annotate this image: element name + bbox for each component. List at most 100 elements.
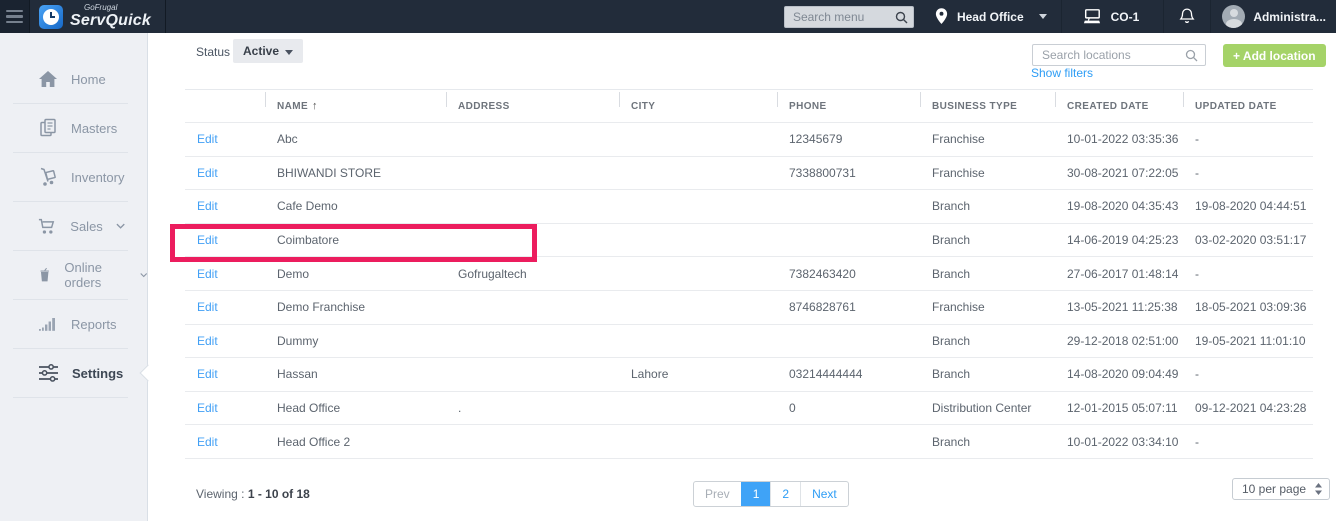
pagination-page-1[interactable]: 1 [740, 482, 771, 506]
locations-table-body: Edit Abc 12345679 Franchise 10-01-2022 0… [185, 122, 1313, 459]
cell-name: Demo Franchise [265, 290, 446, 325]
cell-updated-date: 03-02-2020 03:51:17 [1183, 223, 1313, 258]
cell-phone [777, 424, 920, 459]
sidebar-item-inventory[interactable]: Inventory [0, 153, 147, 201]
column-header-city[interactable]: CITY [619, 90, 777, 123]
sidebar-item-sales[interactable]: Sales [0, 202, 147, 250]
sidebar-divider [13, 397, 128, 398]
column-header-business-type[interactable]: BUSINESS TYPE [920, 90, 1055, 123]
cell-name: Abc [265, 122, 446, 157]
cell-business-type: Branch [920, 324, 1055, 359]
cell-city [619, 223, 777, 258]
per-page-select[interactable]: 10 per page [1232, 478, 1331, 500]
edit-link[interactable]: Edit [197, 233, 218, 247]
cell-business-type: Branch [920, 256, 1055, 291]
sort-ascending-icon: ↑ [312, 100, 318, 112]
sidebar-item-masters[interactable]: Masters [0, 104, 147, 152]
pagination-next[interactable]: Next [800, 482, 848, 506]
edit-link[interactable]: Edit [197, 166, 218, 180]
edit-link[interactable]: Edit [197, 267, 218, 281]
online-orders-icon [40, 267, 49, 282]
masters-icon [40, 118, 56, 137]
table-row: Edit BHIWANDI STORE 7338800731 Franchise… [185, 156, 1313, 191]
add-location-button[interactable]: + Add location [1223, 44, 1326, 67]
sidebar-item-settings[interactable]: Settings [0, 349, 157, 397]
cell-business-type: Branch [920, 424, 1055, 459]
locations-search [1032, 44, 1206, 66]
user-menu[interactable]: Administra... [1210, 0, 1336, 33]
user-avatar [1222, 5, 1246, 28]
chevron-down-icon [139, 273, 147, 278]
cell-business-type: Branch [920, 189, 1055, 224]
edit-link[interactable]: Edit [197, 334, 218, 348]
cell-city [619, 122, 777, 157]
spinner-arrows-icon [1315, 483, 1323, 495]
cell-address [446, 223, 619, 258]
show-filters-link[interactable]: Show filters [1031, 66, 1093, 80]
cell-updated-date: 09-12-2021 04:23:28 [1183, 391, 1313, 426]
notifications-button[interactable] [1163, 0, 1210, 33]
cell-phone: 8746828761 [777, 290, 920, 325]
home-icon [39, 71, 57, 87]
hamburger-menu-button[interactable] [0, 0, 30, 33]
cell-created-date: 29-12-2018 02:51:00 [1055, 324, 1183, 359]
cell-business-type: Franchise [920, 290, 1055, 325]
chevron-down-icon [116, 223, 125, 229]
edit-link[interactable]: Edit [197, 401, 218, 415]
search-icon [895, 11, 908, 23]
column-header-updated-date[interactable]: UPDATED DATE [1183, 90, 1313, 123]
table-row: Edit Cafe Demo Branch 19-08-2020 04:35:4… [185, 189, 1313, 224]
chevron-down-icon [285, 50, 294, 55]
status-filter-dropdown[interactable]: Active [233, 39, 304, 63]
cell-city [619, 156, 777, 191]
cell-updated-date: - [1183, 357, 1313, 392]
table-row: Edit Demo Franchise 8746828761 Franchise… [185, 290, 1313, 325]
edit-link[interactable]: Edit [197, 199, 218, 213]
sidebar-item-home[interactable]: Home [0, 55, 147, 103]
sidebar-item-online-orders[interactable]: Online orders [0, 251, 147, 299]
table-row: Edit Head Office . 0 Distribution Center… [185, 391, 1313, 426]
cell-phone [777, 324, 920, 359]
location-selector-label: Head Office [956, 9, 1024, 24]
table-row: Edit Hassan Lahore 03214444444 Branch 14… [185, 357, 1313, 392]
column-header-created-date[interactable]: CREATED DATE [1055, 90, 1183, 123]
menu-search [783, 5, 914, 28]
table-row: Edit Head Office 2 Branch 10-01-2022 03:… [185, 424, 1313, 459]
cell-created-date: 14-08-2020 09:04:49 [1055, 357, 1183, 392]
cell-city [619, 290, 777, 325]
table-row: Edit Coimbatore Branch 14-06-2019 04:25:… [185, 223, 1313, 258]
column-header-edit [185, 90, 265, 123]
reports-icon [39, 318, 55, 331]
terminal-selector[interactable]: CO-1 [1060, 0, 1164, 33]
sidebar-item-reports[interactable]: Reports [0, 300, 147, 348]
cell-updated-date: - [1183, 122, 1313, 157]
pagination-prev[interactable]: Prev [694, 482, 741, 506]
cell-phone: 12345679 [777, 122, 920, 157]
column-header-address[interactable]: ADDRESS [446, 90, 619, 123]
cell-phone [777, 223, 920, 258]
cell-created-date: 12-01-2015 05:07:11 [1055, 391, 1183, 426]
locations-search-input[interactable] [1032, 44, 1206, 66]
chevron-down-icon [1038, 14, 1047, 19]
edit-link[interactable]: Edit [197, 132, 218, 146]
cell-phone [777, 189, 920, 224]
edit-link[interactable]: Edit [197, 435, 218, 449]
cell-city [619, 391, 777, 426]
cell-name: Head Office [265, 391, 446, 426]
terminal-selector-label: CO-1 [1110, 9, 1140, 24]
pagination-page-2[interactable]: 2 [770, 482, 800, 506]
cell-created-date: 27-06-2017 01:48:14 [1055, 256, 1183, 291]
column-header-phone[interactable]: PHONE [777, 90, 920, 123]
main-content: Status Active + Add location Show filter… [148, 33, 1336, 521]
cell-city [619, 189, 777, 224]
servquick-clock-icon [39, 4, 63, 29]
bell-icon [1179, 8, 1195, 23]
table-header-row: NAME ↑ ADDRESS CITY PHONE BUSINESS TYPE C… [185, 89, 1313, 123]
column-header-name[interactable]: NAME ↑ [265, 90, 446, 123]
location-selector[interactable]: Head Office [932, 0, 1061, 33]
user-name-label: Administra... [1253, 9, 1326, 24]
cell-address [446, 324, 619, 359]
cell-name: Cafe Demo [265, 189, 446, 224]
edit-link[interactable]: Edit [197, 367, 218, 381]
edit-link[interactable]: Edit [197, 300, 218, 314]
